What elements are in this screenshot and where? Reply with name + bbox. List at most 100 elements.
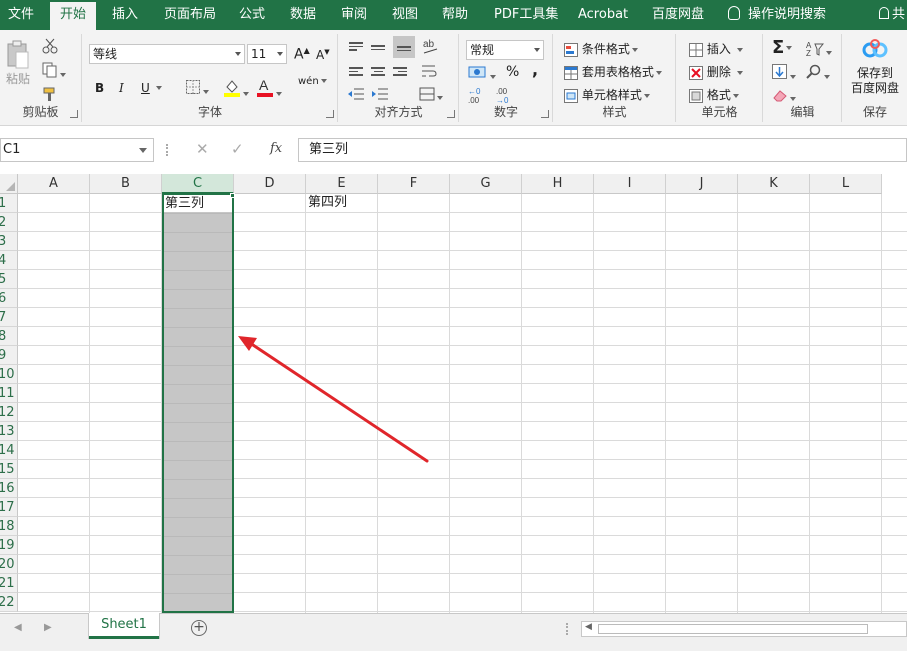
scroll-split-grip[interactable] [566,623,568,635]
underline-dropdown[interactable] [154,80,162,94]
tab-acrobat[interactable]: Acrobat [578,0,628,30]
delete-cells-button[interactable]: 删除 [689,63,743,80]
row-header-14[interactable]: 14 [0,441,18,460]
merge-center-button[interactable] [419,87,443,104]
insert-cells-button[interactable]: 插入 [689,40,743,57]
top-align-icon[interactable] [349,40,363,53]
row-header-11[interactable]: 11 [0,384,18,403]
row-header-20[interactable]: 20 [0,555,18,574]
sort-filter-button[interactable]: AZ [806,40,832,59]
row-header-5[interactable]: 5 [0,270,18,289]
shrink-font-button[interactable]: A▼ [316,48,330,62]
row-header-18[interactable]: 18 [0,517,18,536]
column-header-f[interactable]: F [378,174,450,194]
row-header-2[interactable]: 2 [0,213,18,232]
row-header-13[interactable]: 13 [0,422,18,441]
cancel-icon[interactable]: ✕ [196,140,209,158]
formula-bar-grip[interactable] [166,144,168,156]
cell-c1[interactable]: 第三列 [164,195,232,212]
tab-page-layout[interactable]: 页面布局 [164,0,216,30]
enter-icon[interactable]: ✓ [231,140,244,158]
cell-e1[interactable]: 第四列 [308,194,347,212]
prev-sheet-icon[interactable]: ◀ [14,622,22,633]
tab-formulas[interactable]: 公式 [239,0,265,30]
font-launcher-icon[interactable] [326,110,334,118]
fill-color-button[interactable] [223,77,249,100]
tab-review[interactable]: 审阅 [341,0,367,30]
tab-file[interactable]: 文件 [8,0,34,30]
fill-handle[interactable] [230,193,235,198]
grow-font-button[interactable]: A▲ [294,46,310,63]
row-header-12[interactable]: 12 [0,403,18,422]
align-right-icon[interactable] [393,65,407,78]
row-header-9[interactable]: 9 [0,346,18,365]
tab-pdf-tools[interactable]: PDF工具集 [494,0,558,30]
row-header-22[interactable]: 22 [0,593,18,612]
alignment-launcher-icon[interactable] [447,110,455,118]
save-to-baidu-button[interactable]: 保存到 百度网盘 [843,36,907,96]
row-header-8[interactable]: 8 [0,327,18,346]
selected-column-c[interactable] [162,194,234,613]
column-header-d[interactable]: D [234,174,306,194]
middle-align-icon[interactable] [371,43,385,52]
cut-button[interactable] [42,38,58,57]
autosum-button[interactable]: Σ [772,37,793,58]
wrap-text-button[interactable] [421,64,437,81]
next-sheet-icon[interactable]: ▶ [44,622,52,633]
tab-view[interactable]: 视图 [392,0,418,30]
row-header-21[interactable]: 21 [0,574,18,593]
column-header-g[interactable]: G [450,174,522,194]
copy-button[interactable] [42,62,66,81]
formula-input[interactable]: 第三列 [298,138,907,162]
italic-button[interactable]: I [119,81,124,95]
orientation-button[interactable]: ab [421,37,443,58]
bottom-align-icon[interactable] [393,36,415,58]
percent-button[interactable]: % [506,64,519,80]
font-size-select[interactable]: 11 [247,44,287,64]
horizontal-scrollbar[interactable]: ◀ [581,621,907,637]
format-cells-button[interactable]: 格式 [689,86,739,103]
row-header-10[interactable]: 10 [0,365,18,384]
column-header-b[interactable]: B [90,174,162,194]
tell-me-search[interactable]: 操作说明搜索 [728,0,826,30]
column-header-j[interactable]: J [666,174,738,194]
scroll-left-icon[interactable]: ◀ [585,622,592,632]
bold-button[interactable]: B [95,81,104,95]
tab-help[interactable]: 帮助 [442,0,468,30]
row-header-7[interactable]: 7 [0,308,18,327]
clipboard-launcher-icon[interactable] [70,110,78,118]
cell-styles-button[interactable]: 单元格样式 [564,86,650,103]
select-all-button[interactable] [0,174,18,194]
name-box-dropdown-icon[interactable] [139,148,147,153]
row-header-16[interactable]: 16 [0,479,18,498]
tab-baidu-netdisk[interactable]: 百度网盘 [652,0,704,30]
name-box[interactable]: C1 [0,138,154,162]
scroll-thumb[interactable] [598,624,868,634]
format-as-table-button[interactable]: 套用表格格式 [564,63,662,80]
find-select-button[interactable] [806,64,830,83]
row-header-4[interactable]: 4 [0,251,18,270]
align-center-icon[interactable] [371,65,385,78]
row-header-15[interactable]: 15 [0,460,18,479]
paste-button[interactable]: 粘贴 [5,40,31,87]
fill-button[interactable] [772,64,796,83]
align-left-icon[interactable] [349,65,363,78]
number-launcher-icon[interactable] [541,110,549,118]
underline-button[interactable]: U [141,81,150,95]
phonetic-button[interactable]: wén [298,77,327,87]
column-header-h[interactable]: H [522,174,594,194]
tab-home[interactable]: 开始 [50,2,97,30]
borders-button[interactable] [185,79,209,98]
column-header-k[interactable]: K [738,174,810,194]
add-sheet-icon[interactable]: + [191,620,207,636]
increase-indent-button[interactable] [371,87,389,104]
insert-function-button[interactable]: fx [270,141,282,156]
column-header-e[interactable]: E [306,174,378,194]
row-header-6[interactable]: 6 [0,289,18,308]
comma-style-button[interactable]: , [532,60,538,79]
accounting-format-button[interactable] [468,64,496,83]
row-header-19[interactable]: 19 [0,536,18,555]
cell-area[interactable] [18,194,907,613]
row-header-3[interactable]: 3 [0,232,18,251]
sheet-tab-sheet1[interactable]: Sheet1 [89,613,159,639]
